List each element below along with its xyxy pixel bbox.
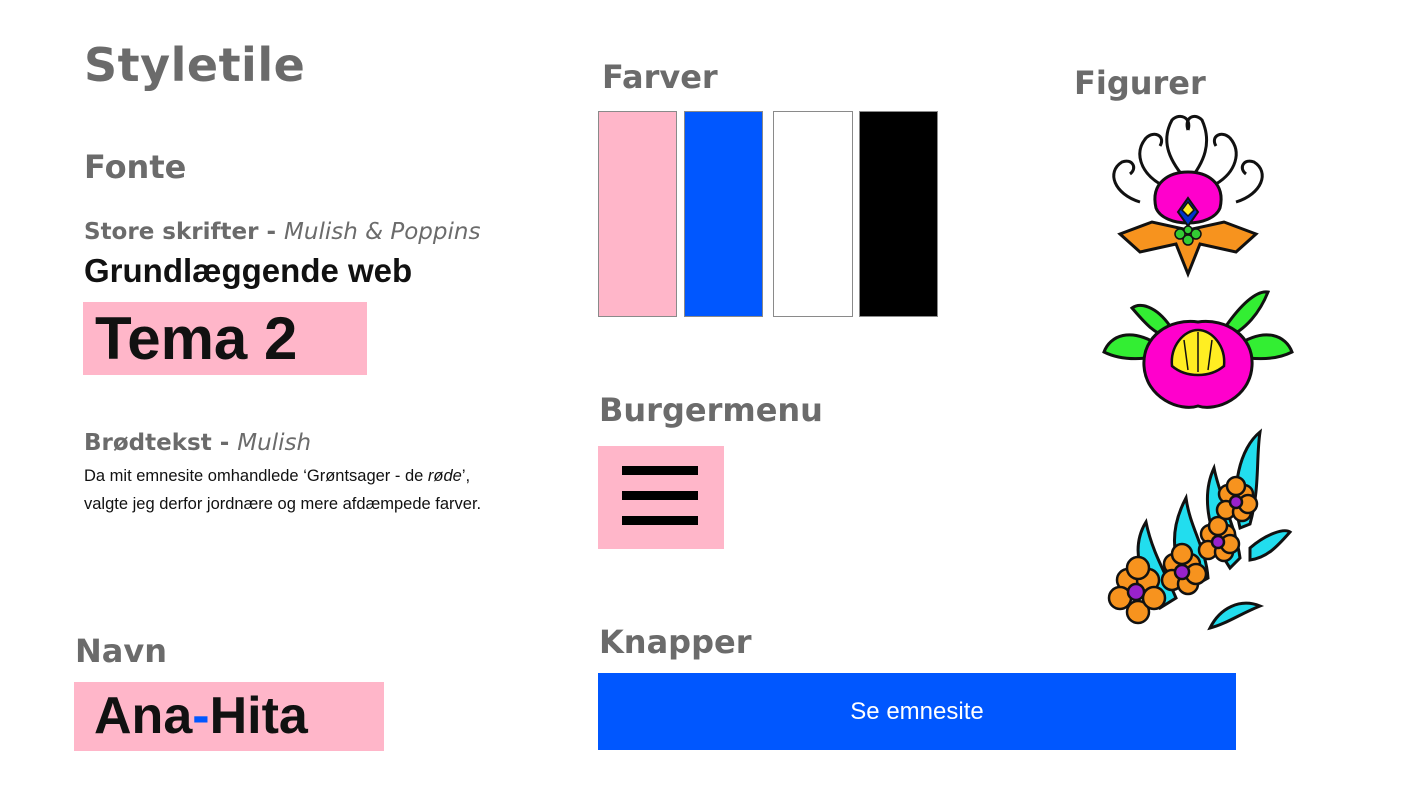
flower-ornament-3-icon [1107, 428, 1293, 631]
body-text-line-1: Da mit emnesite omhandlede ‘Grøntsager -… [84, 467, 471, 485]
page-title: Styletile [84, 38, 306, 92]
name-heading: Navn [75, 632, 168, 670]
colors-heading: Farver [602, 58, 718, 96]
see-topic-site-button[interactable]: Se emnesite [598, 673, 1236, 750]
large-fonts-families: Mulish & Poppins [284, 219, 481, 245]
body-font-label-text: Brødtekst [84, 430, 212, 456]
color-swatch-black [859, 111, 938, 317]
hamburger-line-top [622, 466, 698, 475]
sample-title: Grundlæggende web [84, 252, 413, 289]
fonts-heading: Fonte [84, 148, 187, 186]
color-swatch-white [773, 111, 853, 317]
body-text: Da mit emnesite omhandlede ‘Grøntsager -… [84, 462, 554, 518]
hamburger-menu-button[interactable] [598, 446, 724, 549]
color-swatch-blue [684, 111, 763, 317]
theme-sample-text: Tema 2 [95, 305, 298, 372]
name-text: Ana-Hita [94, 687, 308, 745]
body-font-label: Brødtekst - Mulish [84, 430, 312, 456]
large-fonts-label: Store skrifter - Mulish & Poppins [84, 219, 481, 245]
flower-ornament-1-icon [1112, 114, 1264, 279]
hamburger-line-middle [622, 491, 698, 500]
large-fonts-label-text: Store skrifter [84, 219, 259, 245]
name-box: Ana-Hita [74, 682, 384, 751]
buttons-heading: Knapper [599, 623, 752, 661]
theme-sample-box: Tema 2 [83, 302, 367, 375]
flower-ornament-2-icon [1102, 290, 1294, 409]
body-text-line-2: valgte jeg derfor jordnære og mere afdæm… [84, 495, 482, 513]
hamburger-line-bottom [622, 516, 698, 525]
name-hyphen: - [192, 687, 210, 745]
figures-heading: Figurer [1074, 64, 1206, 102]
color-swatch-pink [598, 111, 677, 317]
burger-heading: Burgermenu [599, 391, 823, 429]
body-font-family: Mulish [237, 430, 312, 456]
